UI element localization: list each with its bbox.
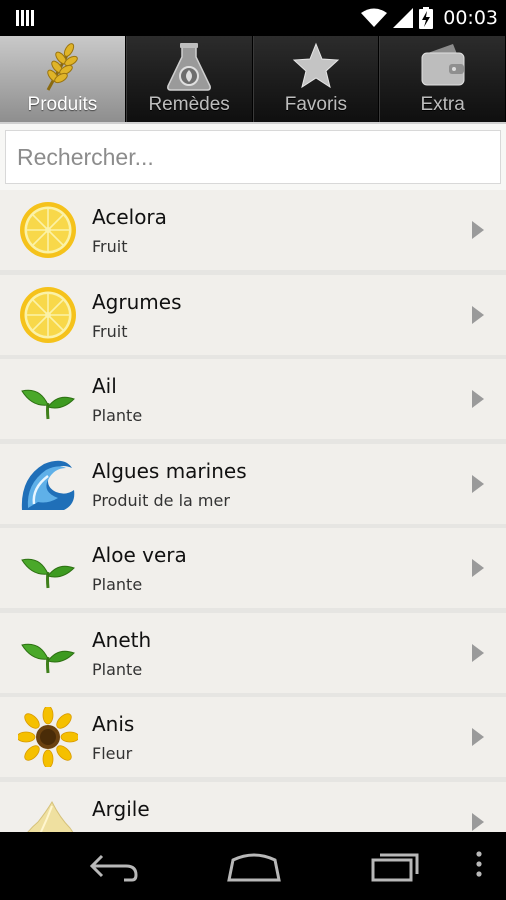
barcode-icon <box>16 10 34 26</box>
item-category: Fruit <box>92 321 128 341</box>
list-item[interactable]: Acelora Fruit <box>0 190 506 270</box>
item-category: Plante <box>92 406 143 425</box>
home-icon[interactable] <box>226 848 282 884</box>
tab-remedes-label: Remèdes <box>148 94 230 115</box>
tab-produits-label: Produits <box>27 94 98 115</box>
chevron-right-icon <box>472 474 484 493</box>
back-icon[interactable] <box>88 848 140 884</box>
wifi-icon <box>361 8 388 27</box>
clay-icon <box>26 800 74 832</box>
recent-apps-icon[interactable] <box>370 848 422 884</box>
chevron-right-icon <box>472 643 484 662</box>
item-category: Plante <box>92 575 143 594</box>
chevron-right-icon <box>472 812 484 831</box>
status-bar: 00:03 <box>0 0 506 36</box>
list-item[interactable]: Aneth Plante <box>0 612 506 693</box>
list-item[interactable]: Agrumes Fruit <box>0 274 506 355</box>
star-icon <box>292 42 340 89</box>
leaf-icon <box>21 643 75 673</box>
navigation-bar <box>0 832 506 900</box>
item-name: Argile <box>92 796 150 821</box>
wave-icon <box>21 460 75 510</box>
tab-bar: Produits Remèdes Favoris Extra <box>0 36 506 122</box>
list-item[interactable]: Ail Plante <box>0 359 506 439</box>
list-item[interactable]: Anis Fleur <box>0 697 506 777</box>
chevron-right-icon <box>472 390 484 408</box>
tab-extra[interactable]: Extra <box>379 36 506 122</box>
clock: 00:03 <box>443 7 498 29</box>
lemon-icon <box>20 202 76 258</box>
chevron-right-icon <box>472 559 484 577</box>
lemon-icon <box>20 286 76 343</box>
flask-icon <box>167 43 212 91</box>
chevron-right-icon <box>472 221 484 239</box>
item-name: Anis <box>92 712 135 736</box>
item-category: Fleur <box>92 744 133 763</box>
chevron-right-icon <box>472 305 484 324</box>
search-input[interactable] <box>5 130 501 184</box>
signal-icon <box>393 8 414 28</box>
item-name: Acelora <box>92 205 167 229</box>
leaf-icon <box>21 558 75 589</box>
product-list: Acelora Fruit Agrumes Fruit Ail Plante A… <box>0 190 506 832</box>
overflow-menu-icon[interactable] <box>474 848 484 884</box>
tab-extra-label: Extra <box>420 94 465 115</box>
tab-produits[interactable]: Produits <box>0 36 126 122</box>
sunflower-icon <box>18 707 78 767</box>
list-item[interactable]: Argile <box>0 781 506 832</box>
search-bar <box>0 122 506 190</box>
battery-icon <box>419 7 434 29</box>
list-item[interactable]: Aloe vera Plante <box>0 528 506 608</box>
item-name: Aloe vera <box>92 543 187 567</box>
leaf-icon <box>21 389 75 420</box>
wheat-icon <box>47 43 79 91</box>
item-name: Aneth <box>92 627 152 652</box>
item-category: Plante <box>92 659 143 679</box>
item-name: Algues marines <box>92 458 247 483</box>
tab-favoris[interactable]: Favoris <box>252 36 380 122</box>
list-item[interactable]: Algues marines Produit de la mer <box>0 443 506 524</box>
item-category: Fruit <box>92 237 128 256</box>
item-name: Agrumes <box>92 289 182 314</box>
item-name: Ail <box>92 374 117 398</box>
tab-favoris-label: Favoris <box>284 94 348 115</box>
tab-remedes[interactable]: Remèdes <box>125 36 253 122</box>
wallet-icon <box>421 44 465 86</box>
item-category: Produit de la mer <box>92 490 230 510</box>
chevron-right-icon <box>472 728 484 746</box>
